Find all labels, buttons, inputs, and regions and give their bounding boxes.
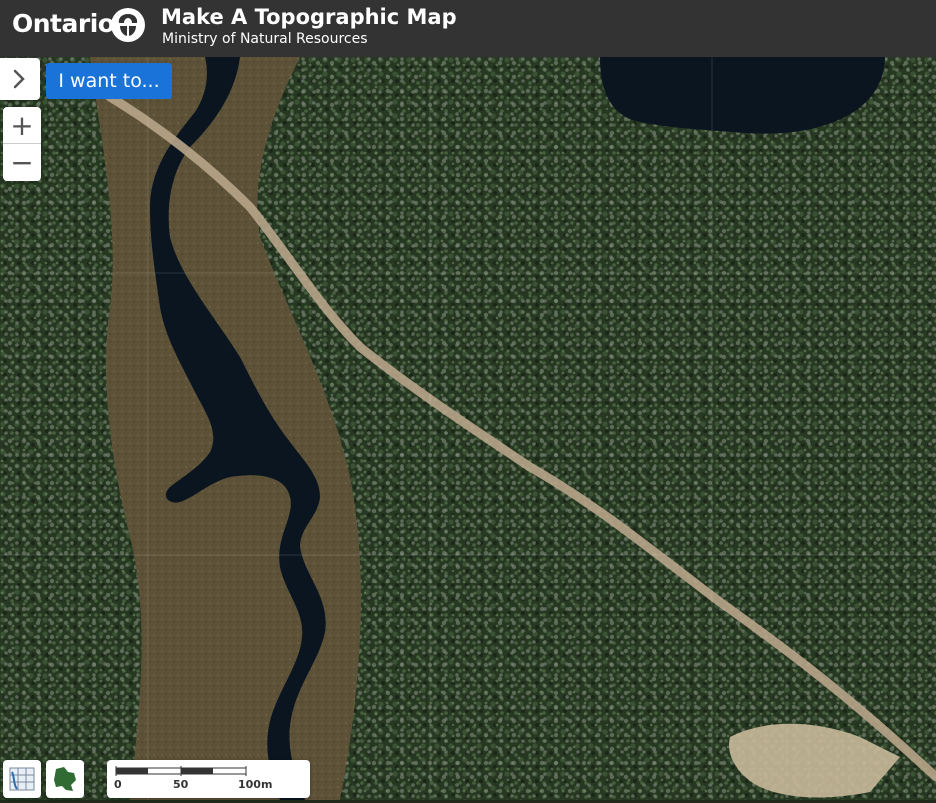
scale-ruler-icon — [115, 766, 247, 776]
scale-label-50: 50 — [173, 778, 189, 791]
app-title: Make A Topographic Map — [161, 5, 457, 29]
zoom-out-button[interactable]: − — [3, 144, 41, 180]
aerial-map-canvas[interactable] — [0, 57, 936, 800]
zoom-control: + − — [3, 107, 41, 181]
ontario-map-icon — [54, 767, 76, 791]
scale-bar: 0 50 100m — [107, 760, 310, 798]
zoom-in-button[interactable]: + — [3, 107, 41, 144]
grid-map-button[interactable] — [3, 760, 41, 798]
scale-label-100: 100m — [238, 778, 273, 791]
app-subtitle: Ministry of Natural Resources — [162, 31, 368, 47]
expand-panel-button[interactable] — [0, 58, 40, 100]
trillium-logo-icon[interactable] — [111, 8, 145, 42]
scale-label-0: 0 — [114, 778, 122, 791]
ontario-map-button[interactable] — [46, 760, 84, 798]
i-want-to-button[interactable]: I want to... — [46, 63, 172, 99]
grid-map-icon — [9, 767, 35, 791]
ontario-logo-text[interactable]: Ontario — [12, 9, 115, 38]
app-header: Ontario Make A Topographic Map Ministry … — [0, 0, 936, 57]
chevron-right-icon — [13, 69, 25, 89]
